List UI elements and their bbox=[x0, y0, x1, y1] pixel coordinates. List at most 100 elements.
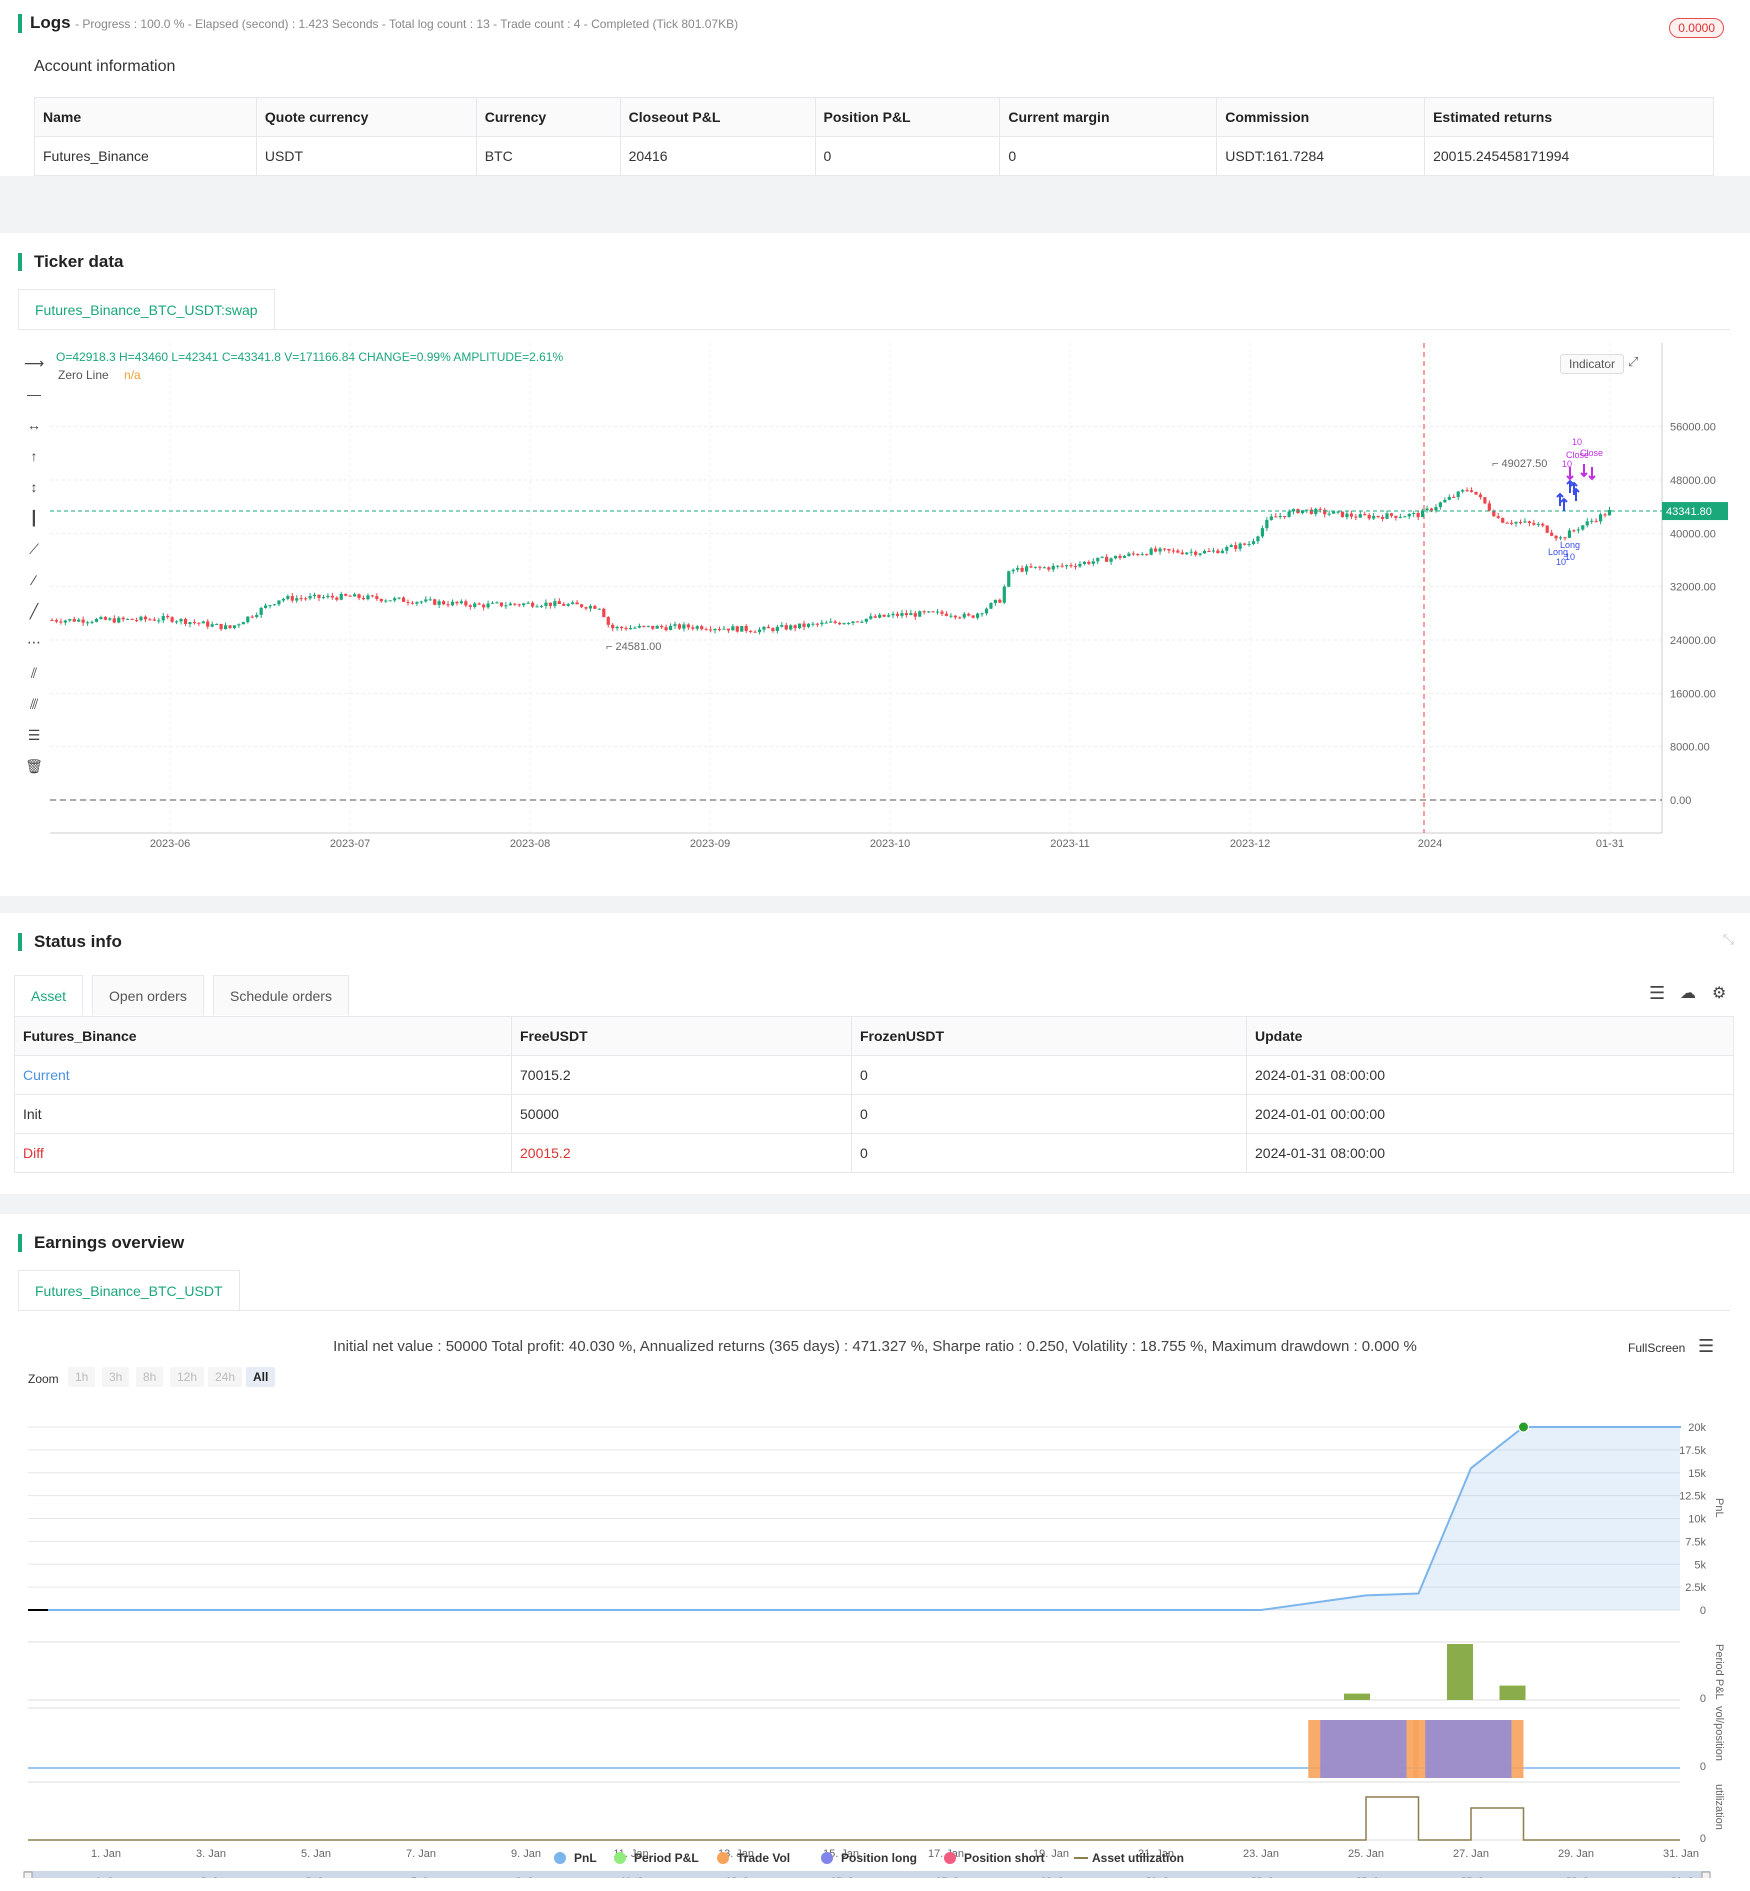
candle-body bbox=[157, 620, 161, 622]
candle-body bbox=[1603, 514, 1607, 516]
close-arrow-icon bbox=[1588, 467, 1596, 481]
candle-body bbox=[588, 605, 593, 609]
navigator-tick: 25. Jan bbox=[1356, 1876, 1389, 1878]
candle-body bbox=[188, 622, 192, 625]
candle-body bbox=[526, 602, 530, 604]
candle-body bbox=[94, 618, 99, 622]
tab-ticker-symbol[interactable]: Futures_Binance_BTC_USDT:swap bbox=[18, 289, 275, 329]
candle-body bbox=[771, 628, 775, 631]
candle-body bbox=[419, 601, 423, 603]
candlestick-chart[interactable]: 56000.00 48000.00 40000.00 32000.00 24000.00… bbox=[0, 343, 1750, 863]
candle-body bbox=[646, 625, 650, 627]
candle-body bbox=[1590, 520, 1594, 522]
candle-body bbox=[1225, 546, 1229, 551]
candle-body bbox=[602, 608, 606, 618]
candle-body bbox=[811, 623, 815, 625]
menu-icon[interactable]: ☰ bbox=[1649, 983, 1665, 1004]
navigator-tick: 5. Jan bbox=[306, 1876, 333, 1878]
candle-body bbox=[219, 623, 223, 630]
candle-body bbox=[59, 621, 63, 623]
navigator-handle-left bbox=[23, 1871, 33, 1878]
candle-body bbox=[517, 604, 521, 606]
candle-body bbox=[1599, 514, 1603, 522]
zoom-button-3h[interactable]: 3h bbox=[102, 1367, 130, 1387]
vol-zero-label: 0 bbox=[1700, 1761, 1706, 1773]
candle-body bbox=[1456, 491, 1460, 498]
logs-title: Logs bbox=[30, 13, 71, 32]
candle-body bbox=[379, 598, 383, 602]
candle-body bbox=[1443, 499, 1447, 503]
zoom-button-All[interactable]: All bbox=[246, 1367, 276, 1387]
x-tick-label: 2023-07 bbox=[330, 838, 370, 850]
legend-symbol bbox=[554, 1852, 566, 1864]
zoom-button-12h[interactable]: 12h bbox=[170, 1367, 205, 1387]
row-label-init: Init bbox=[14, 1094, 512, 1134]
candle-body bbox=[1567, 530, 1572, 538]
candle-body bbox=[522, 603, 526, 606]
candle-body bbox=[1385, 513, 1389, 519]
candle-body bbox=[1145, 554, 1149, 556]
candle-body bbox=[72, 619, 76, 622]
cloud-download-icon[interactable]: ☁ bbox=[1680, 983, 1696, 1003]
candle-body bbox=[802, 623, 806, 627]
candle-body bbox=[1269, 516, 1273, 520]
candle-body bbox=[1367, 515, 1371, 519]
zoom-button-1h[interactable]: 1h bbox=[68, 1367, 96, 1387]
table-row: Diff 20015.2 0 2024-01-31 08:00:00 bbox=[14, 1133, 1734, 1173]
candle-body bbox=[1536, 523, 1540, 525]
candle-body bbox=[197, 622, 201, 624]
candle-body bbox=[68, 619, 72, 621]
fullscreen-button[interactable]: FullScreen bbox=[1628, 1341, 1685, 1355]
candle-body bbox=[1051, 565, 1055, 570]
tab-schedule-orders[interactable]: Schedule orders bbox=[213, 975, 349, 1015]
candle-body bbox=[415, 602, 419, 604]
close-marker-qty: 10 bbox=[1572, 437, 1582, 447]
tab-open-orders[interactable]: Open orders bbox=[92, 975, 204, 1015]
candle-body bbox=[668, 625, 673, 631]
tab-earnings-symbol[interactable]: Futures_Binance_BTC_USDT bbox=[18, 1270, 240, 1310]
tab-asset[interactable]: Asset bbox=[14, 975, 84, 1015]
settings-icon[interactable]: ⚙ bbox=[1712, 983, 1726, 1003]
zoom-button-24h[interactable]: 24h bbox=[208, 1367, 243, 1387]
chart-menu-icon[interactable]: ☰ bbox=[1698, 1336, 1714, 1357]
y-tick-label: 16000.00 bbox=[1670, 688, 1716, 700]
candle-body bbox=[1594, 520, 1598, 522]
candle-body bbox=[944, 613, 949, 616]
candle-body bbox=[980, 613, 984, 615]
candle-body bbox=[1016, 567, 1020, 570]
candle-body bbox=[1073, 566, 1078, 568]
candle-body bbox=[223, 625, 228, 630]
col-header: Current margin bbox=[999, 97, 1218, 137]
x-tick-label: 2023-12 bbox=[1230, 838, 1270, 850]
candle-body bbox=[1447, 496, 1451, 500]
x-tick-label: 29. Jan bbox=[1558, 1848, 1594, 1860]
candle-body bbox=[317, 594, 321, 598]
candle-body bbox=[1505, 522, 1509, 524]
candle-body bbox=[90, 621, 94, 623]
candle-body bbox=[584, 607, 588, 609]
candle-body bbox=[1523, 521, 1527, 523]
candle-body bbox=[1305, 509, 1309, 511]
zoom-button-8h[interactable]: 8h bbox=[136, 1367, 164, 1387]
candle-body bbox=[900, 613, 904, 616]
candle-body bbox=[562, 603, 566, 606]
earnings-chart[interactable]: 20k 17.5k 15k 12.5k 10k 7.5k 5k 2.5k 0 PnL Period … bbox=[0, 1398, 1750, 1878]
candle-body bbox=[215, 623, 219, 625]
col-header: Quote currency bbox=[255, 97, 477, 137]
candle-body bbox=[887, 615, 891, 617]
candle-body bbox=[121, 617, 125, 620]
vol-axis-title: vol/position bbox=[1713, 1706, 1725, 1761]
navigator-tick: 29. Jan bbox=[1566, 1876, 1599, 1878]
row-label-current[interactable]: Current bbox=[14, 1055, 512, 1095]
candle-body bbox=[775, 626, 779, 631]
candle-body bbox=[1149, 548, 1153, 555]
candle-body bbox=[958, 617, 962, 619]
candle-body bbox=[152, 619, 156, 621]
candle-body bbox=[784, 625, 788, 630]
candle-body bbox=[148, 619, 152, 621]
collapse-icon[interactable]: ⤡ bbox=[1723, 931, 1734, 948]
candle-body bbox=[1024, 566, 1029, 572]
candle-body bbox=[397, 597, 401, 599]
earnings-summary: Initial net value : 50000 Total profit: … bbox=[333, 1338, 1417, 1355]
x-tick-label: 2023-09 bbox=[690, 838, 730, 850]
